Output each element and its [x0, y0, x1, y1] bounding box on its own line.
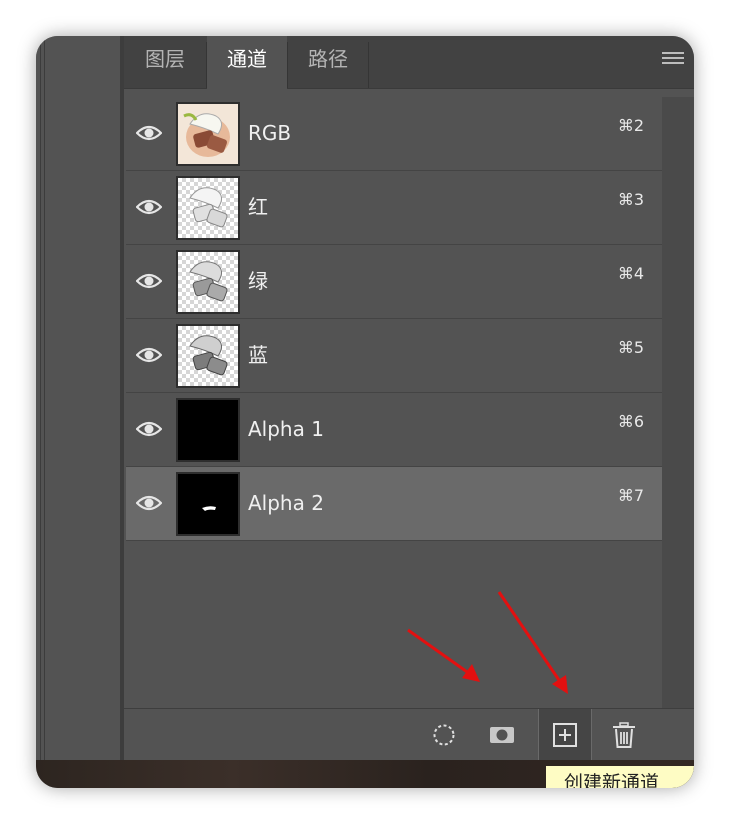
channel-thumbnail — [176, 324, 240, 388]
tab-channels[interactable]: 通道 — [207, 36, 287, 89]
channel-shortcut: ⌘6 — [617, 412, 644, 431]
eye-icon[interactable] — [136, 345, 162, 365]
channel-shortcut: ⌘7 — [617, 486, 644, 505]
eye-icon[interactable] — [136, 123, 162, 143]
channel-name: Alpha 1 — [248, 417, 324, 441]
channel-row-green[interactable]: 绿 ⌘4 — [126, 245, 662, 319]
channel-row-alpha-1[interactable]: Alpha 1 ⌘6 — [126, 393, 662, 467]
channel-thumbnail — [176, 398, 240, 462]
channel-row-red[interactable]: 红 ⌘3 — [126, 171, 662, 245]
new-channel-tooltip: 创建新通道 — [546, 766, 694, 788]
channel-name: RGB — [248, 121, 292, 145]
channel-row-alpha-2[interactable]: Alpha 2 ⌘7 — [126, 467, 662, 541]
channel-shortcut: ⌘5 — [617, 338, 644, 357]
channel-name: 蓝 — [248, 343, 268, 367]
panel-divider[interactable] — [120, 36, 124, 760]
channel-name: Alpha 2 — [248, 491, 324, 515]
eye-icon[interactable] — [136, 419, 162, 439]
new-channel-button[interactable] — [538, 709, 592, 761]
channel-row-blue[interactable]: 蓝 ⌘5 — [126, 319, 662, 393]
tab-paths[interactable]: 路径 — [288, 36, 368, 88]
channels-panel-window: 图层 通道 路径 RGB ⌘2 红 ⌘3 绿 ⌘4 蓝 ⌘5 Alpha 1 ⌘… — [36, 36, 694, 788]
channel-name: 绿 — [248, 269, 268, 293]
load-selection-button[interactable] — [418, 709, 470, 761]
save-selection-icon — [490, 727, 514, 743]
channel-thumbnail — [176, 472, 240, 536]
panel-menu-icon[interactable] — [662, 52, 684, 68]
channel-thumbnail — [176, 250, 240, 314]
channel-shortcut: ⌘4 — [617, 264, 644, 283]
scrollbar-track[interactable] — [662, 97, 694, 711]
channel-shortcut: ⌘3 — [617, 190, 644, 209]
channel-name: 红 — [248, 195, 268, 219]
trash-icon — [613, 722, 635, 748]
eye-icon[interactable] — [136, 493, 162, 513]
new-channel-icon — [553, 723, 577, 747]
channels-bottom-toolbar — [124, 708, 694, 761]
left-dock-strip — [36, 36, 124, 760]
tab-layers[interactable]: 图层 — [124, 36, 206, 88]
delete-channel-button[interactable] — [598, 709, 650, 761]
panel-tab-bar: 图层 通道 路径 — [124, 36, 694, 89]
eye-icon[interactable] — [136, 271, 162, 291]
channel-thumbnail — [176, 102, 240, 166]
channel-shortcut: ⌘2 — [617, 116, 644, 135]
eye-icon[interactable] — [136, 197, 162, 217]
channel-row-rgb[interactable]: RGB ⌘2 — [126, 97, 662, 171]
load-selection-icon — [433, 724, 455, 746]
save-selection-button[interactable] — [476, 709, 528, 761]
channel-thumbnail — [176, 176, 240, 240]
